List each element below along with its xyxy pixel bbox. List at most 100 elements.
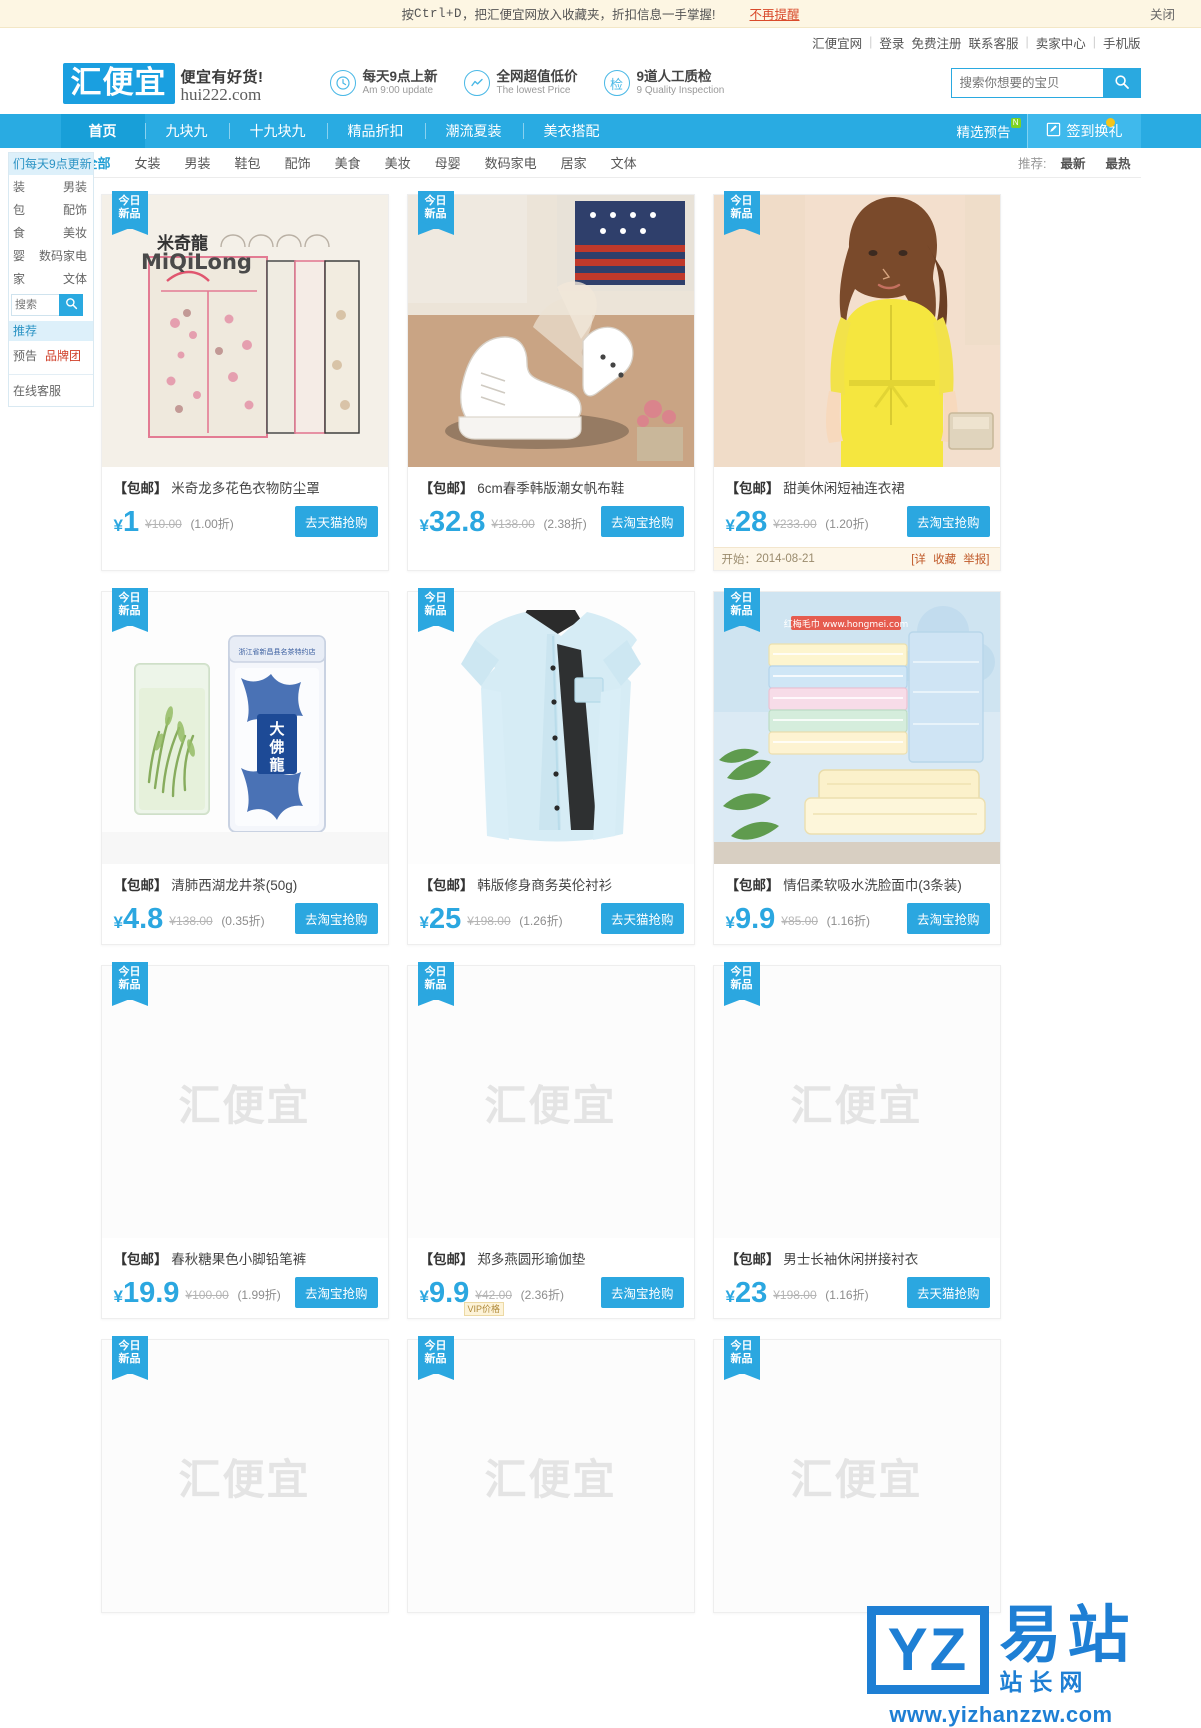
- sidebar-row-3[interactable]: 婴 数码家电: [9, 244, 93, 267]
- product-image-2[interactable]: [713, 195, 1000, 467]
- product-title-7[interactable]: 【包邮】 郑多燕圆形瑜伽垫: [408, 1238, 694, 1272]
- close-tip-button[interactable]: 关闭: [1150, 4, 1175, 23]
- category-home[interactable]: 居家: [549, 153, 599, 172]
- ribbon-line1: 今日: [424, 592, 447, 604]
- product-image-8[interactable]: 汇便宜: [713, 966, 1000, 1238]
- sidebar-row-2[interactable]: 食 美妆: [9, 221, 93, 244]
- product-tag-3: 【包邮】: [113, 878, 168, 893]
- product-image-9[interactable]: 汇便宜: [101, 1340, 388, 1612]
- product-image-5[interactable]: 红梅毛巾 www.hongmei.com: [713, 592, 1000, 864]
- buy-button-1[interactable]: 去淘宝抢购: [600, 506, 684, 537]
- sort-newest[interactable]: 最新: [1050, 153, 1095, 172]
- category-accessories[interactable]: 配饰: [273, 153, 323, 172]
- product-card-4[interactable]: 今日 新品 【包邮】 韩版修身商务英伦衬衫 ¥25 ¥198.00 (1.26折…: [406, 588, 695, 945]
- product-card-0[interactable]: 今日 新品 米奇龍 MiQiLong 【包邮】 米奇龙多花色衣物防尘罩 ¥1 ¥…: [100, 191, 389, 571]
- sort-hottest[interactable]: 最热: [1095, 153, 1140, 172]
- product-title-5[interactable]: 【包邮】 情侣柔软吸水洗脸面巾(3条装): [714, 864, 1000, 898]
- topnav-mobile[interactable]: 手机版: [1103, 33, 1141, 52]
- site-header: 汇便宜网 | 登录 免费注册 联系客服 | 卖家中心 | 手机版 汇便宜 便宜有…: [0, 28, 1201, 114]
- buy-button-4[interactable]: 去天猫抢购: [600, 903, 684, 934]
- category-food[interactable]: 美食: [323, 153, 373, 172]
- topnav-site[interactable]: 汇便宜网: [812, 33, 862, 52]
- category-maternity[interactable]: 母婴: [423, 153, 473, 172]
- nav-preview-button[interactable]: 精选预告 N: [941, 114, 1027, 148]
- product-image-0[interactable]: 米奇龍 MiQiLong: [101, 195, 388, 467]
- product-card-8[interactable]: 今日 新品 汇便宜 【包邮】 男士长袖休闲拼接衬衣 ¥23 ¥198.00 (1…: [712, 962, 1001, 1319]
- product-title-2[interactable]: 【包邮】 甜美休闲短袖连衣裙: [714, 467, 1000, 501]
- nav-item-outfit-match[interactable]: 美衣搭配: [522, 114, 621, 148]
- nav-item-premium-discount[interactable]: 精品折扣: [326, 114, 425, 148]
- product-title-4[interactable]: 【包邮】 韩版修身商务英伦衬衫: [408, 864, 694, 898]
- image-placeholder-watermark: 汇便宜: [484, 1081, 617, 1129]
- product-image-1[interactable]: [407, 195, 694, 467]
- signin-reward-button[interactable]: 签到换礼: [1026, 114, 1141, 148]
- sidebar-search-input[interactable]: [11, 294, 59, 316]
- category-shoes-bags[interactable]: 鞋包: [223, 153, 273, 172]
- buy-button-6[interactable]: 去淘宝抢购: [294, 1277, 378, 1308]
- product-card-6[interactable]: 今日 新品 汇便宜 【包邮】 春秋糖果色小脚铅笔裤 ¥19.9 ¥100.00 …: [100, 962, 389, 1319]
- detail-link-2[interactable]: [详: [911, 554, 926, 566]
- category-mens[interactable]: 男装: [173, 153, 223, 172]
- search-input[interactable]: [950, 68, 1103, 98]
- sidebar-link-preview[interactable]: 预告: [13, 347, 37, 364]
- product-title-1[interactable]: 【包邮】 6cm春季韩版潮女帆布鞋: [408, 467, 694, 501]
- sidebar-row-1[interactable]: 包 配饰: [9, 198, 93, 221]
- light-blue-shirt-photo: [407, 592, 694, 864]
- product-price-6: ¥19.9: [114, 1279, 180, 1308]
- product-image-4[interactable]: [407, 592, 694, 864]
- product-image-7[interactable]: 汇便宜: [407, 966, 694, 1238]
- product-card-7[interactable]: 今日 新品 汇便宜 【包邮】 郑多燕圆形瑜伽垫 ¥9.9 ¥42.00 (2.3…: [406, 962, 695, 1319]
- product-title-0[interactable]: 【包邮】 米奇龙多花色衣物防尘罩: [102, 467, 388, 501]
- topnav-customer-service[interactable]: 联系客服: [968, 33, 1018, 52]
- buy-button-7[interactable]: 去淘宝抢购: [600, 1277, 684, 1308]
- sidebar-row-0[interactable]: 装 男装: [9, 175, 93, 198]
- new-today-ribbon: 今日 新品: [111, 1336, 148, 1380]
- product-title-8[interactable]: 【包邮】 男士长袖休闲拼接衬衣: [714, 1238, 1000, 1272]
- currency-symbol: ¥: [419, 913, 429, 932]
- image-placeholder-watermark: 汇便宜: [790, 1455, 923, 1503]
- category-culture-sports[interactable]: 文体: [599, 153, 649, 172]
- topnav-seller-center[interactable]: 卖家中心: [1036, 33, 1086, 52]
- buy-button-5[interactable]: 去淘宝抢购: [906, 903, 990, 934]
- product-image-10[interactable]: 汇便宜: [407, 1340, 694, 1612]
- currency-symbol: ¥: [113, 913, 123, 932]
- buy-button-3[interactable]: 去淘宝抢购: [294, 903, 378, 934]
- nav-item-9yuan9[interactable]: 九块九: [144, 114, 229, 148]
- buy-button-0[interactable]: 去天猫抢购: [294, 506, 378, 537]
- topnav-login[interactable]: 登录: [879, 33, 904, 52]
- ribbon-line1: 今日: [424, 966, 447, 978]
- buy-button-2[interactable]: 去淘宝抢购: [906, 506, 990, 537]
- nav-item-19yuan9[interactable]: 十九块九: [228, 114, 327, 148]
- sidebar-row-4[interactable]: 家 文体: [9, 267, 93, 290]
- product-image-11[interactable]: 汇便宜: [713, 1340, 1000, 1612]
- product-old-price-2: ¥233.00: [773, 517, 817, 531]
- topnav-register[interactable]: 免费注册: [911, 33, 961, 52]
- product-card-5[interactable]: 今日 新品 红梅毛巾 www.hongmei.com 【包邮】 情侣柔软吸水洗脸…: [712, 588, 1001, 945]
- nav-item-home[interactable]: 首页: [60, 114, 145, 148]
- product-title-3[interactable]: 【包邮】 清肺西湖龙井茶(50g): [102, 864, 388, 898]
- report-link-2[interactable]: 举报]: [963, 554, 989, 566]
- watermark-row: YZ 易站 站长网: [866, 1605, 1136, 1694]
- sidebar-link-brand-group[interactable]: 品牌团: [45, 347, 81, 364]
- product-card-11[interactable]: 今日 新品 汇便宜: [712, 1336, 1001, 1613]
- nav-preview-badge: N: [1010, 118, 1021, 128]
- sidebar-search-button[interactable]: [59, 294, 83, 316]
- product-image-6[interactable]: 汇便宜: [101, 966, 388, 1238]
- sidebar-online-service[interactable]: 在线客服: [9, 374, 93, 406]
- product-card-1[interactable]: 今日 新品 【包邮】 6cm春季韩版潮女帆布鞋 ¥32.8 ¥138.00 (2…: [406, 191, 695, 571]
- no-remind-link[interactable]: 不再提醒: [750, 4, 800, 23]
- category-womens[interactable]: 女装: [123, 153, 173, 172]
- product-card-10[interactable]: 今日 新品 汇便宜: [406, 1336, 695, 1613]
- category-beauty[interactable]: 美妆: [373, 153, 423, 172]
- site-logo[interactable]: 汇便宜 便宜有好货! hui222.com: [62, 62, 264, 104]
- category-digital-appliance[interactable]: 数码家电: [473, 153, 549, 172]
- favorite-link-2[interactable]: 收藏: [933, 554, 956, 566]
- nav-item-summer-fashion[interactable]: 潮流夏装: [424, 114, 523, 148]
- product-card-2[interactable]: 今日 新品 【包邮】 甜美休闲短袖连衣裙 ¥28 ¥233.00 (1.20折)…: [712, 191, 1001, 571]
- buy-button-8[interactable]: 去天猫抢购: [906, 1277, 990, 1308]
- product-card-3[interactable]: 今日 新品 大 佛 龍 浙江省新昌县名茶特约店 【包邮】 清肺西湖龙井茶(50g…: [100, 588, 389, 945]
- search-button[interactable]: [1102, 68, 1141, 98]
- product-title-6[interactable]: 【包邮】 春秋糖果色小脚铅笔裤: [102, 1238, 388, 1272]
- product-card-9[interactable]: 今日 新品 汇便宜: [100, 1336, 389, 1613]
- product-image-3[interactable]: 大 佛 龍 浙江省新昌县名茶特约店: [101, 592, 388, 864]
